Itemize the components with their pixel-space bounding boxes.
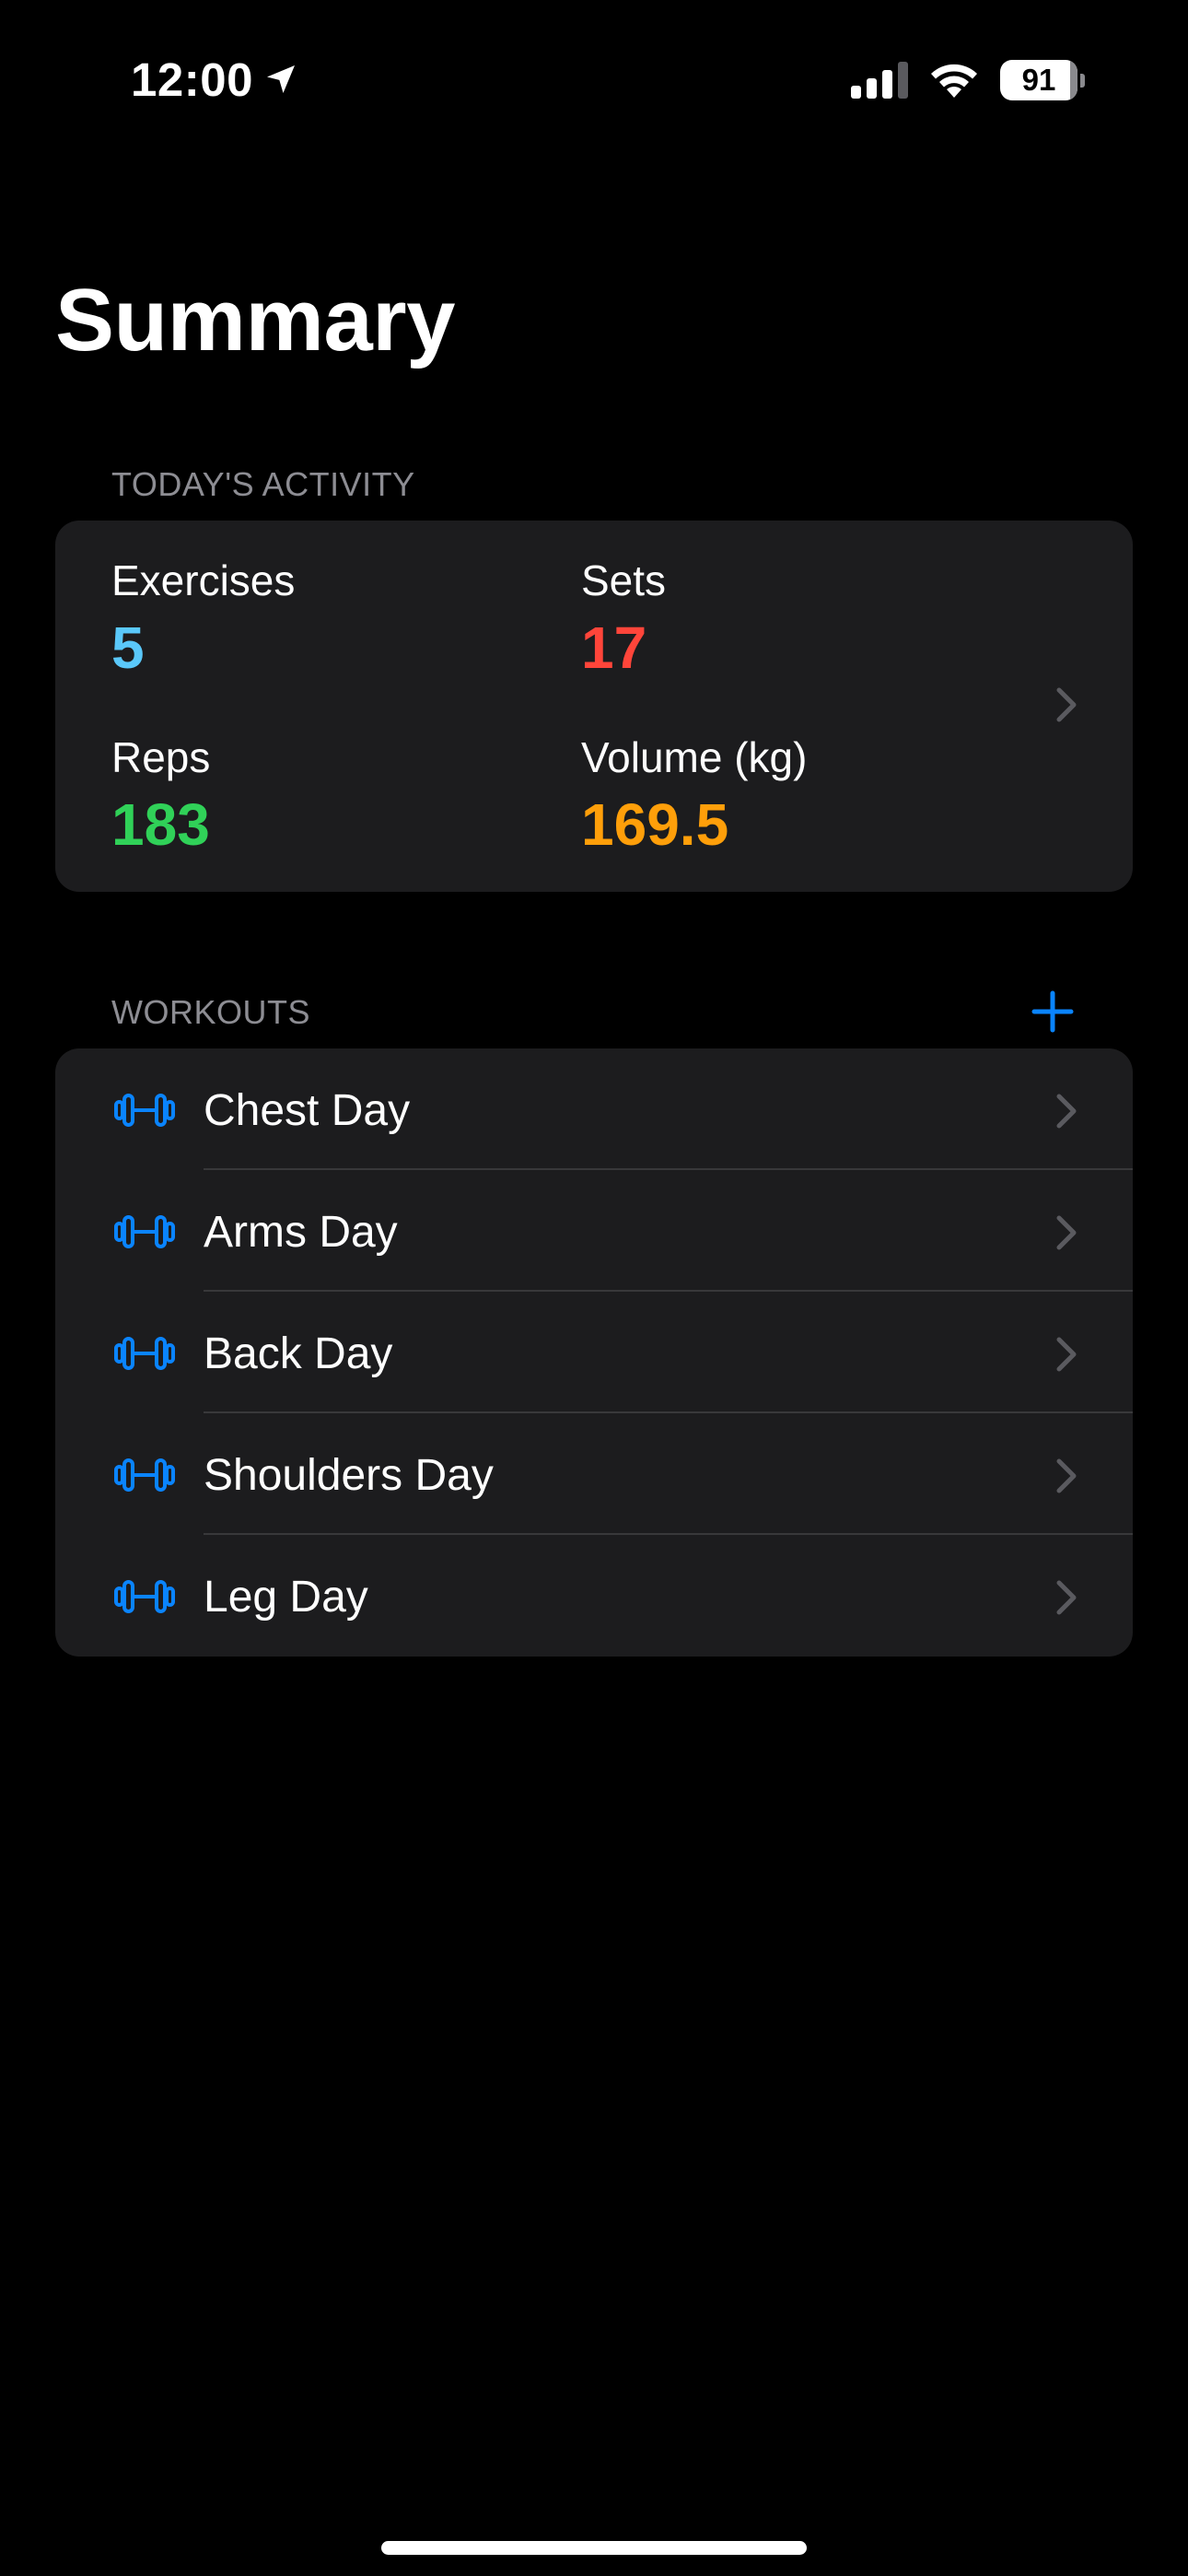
stat-reps-value: 183 [111, 791, 210, 858]
workout-label: Back Day [204, 1329, 393, 1378]
page-title: Summary [55, 271, 456, 369]
workout-row-chest-day[interactable]: Chest Day [55, 1048, 1133, 1170]
battery-cap [1080, 73, 1085, 88]
chevron-right-icon [1055, 1214, 1077, 1256]
stat-sets-label: Sets [581, 556, 667, 604]
status-indicators: 91 [851, 57, 1085, 103]
workouts-list: Chest Day Arms Day Back Day Shoulders Da… [55, 1048, 1133, 1657]
plus-icon [1031, 990, 1074, 1033]
stat-volume-label: Volume (kg) [581, 733, 808, 781]
workout-label: Arms Day [204, 1208, 398, 1257]
battery-empty-portion [1070, 60, 1077, 100]
workout-label: Shoulders Day [204, 1451, 494, 1500]
workout-row-leg-day[interactable]: Leg Day [55, 1535, 1133, 1657]
workout-row-back-day[interactable]: Back Day [55, 1292, 1133, 1413]
wifi-icon [928, 61, 980, 100]
battery-level: 91 [1021, 63, 1056, 97]
stat-exercises: Exercises 5 [111, 559, 295, 677]
dumbbell-icon [114, 1093, 175, 1132]
activity-summary-card[interactable]: Exercises 5 Sets 17 Reps 183 Volume (kg)… [55, 521, 1133, 892]
stat-reps-label: Reps [111, 733, 211, 781]
battery-icon: 91 [1000, 60, 1085, 100]
cellular-signal-icon [851, 62, 908, 99]
stat-reps: Reps 183 [111, 736, 210, 854]
add-workout-button[interactable] [1025, 984, 1080, 1039]
stat-exercises-value: 5 [111, 615, 145, 681]
stat-volume: Volume (kg) 169.5 [581, 736, 807, 854]
dumbbell-icon [114, 1214, 175, 1254]
workout-row-arms-day[interactable]: Arms Day [55, 1170, 1133, 1292]
workout-label: Chest Day [204, 1086, 411, 1135]
chevron-right-icon [1055, 686, 1077, 728]
status-time: 12:00 [131, 53, 253, 106]
location-arrow-icon [262, 61, 299, 98]
dumbbell-icon [114, 1336, 175, 1376]
dumbbell-icon [114, 1579, 175, 1619]
workout-row-shoulders-day[interactable]: Shoulders Day [55, 1413, 1133, 1535]
home-indicator[interactable] [381, 2541, 807, 2555]
stat-sets: Sets 17 [581, 559, 666, 677]
section-header-todays-activity: TODAY'S ACTIVITY [111, 465, 415, 503]
status-bar: 12:00 91 [0, 0, 1188, 157]
workout-label: Leg Day [204, 1573, 368, 1622]
chevron-right-icon [1055, 1093, 1077, 1134]
stat-exercises-label: Exercises [111, 556, 296, 604]
chevron-right-icon [1055, 1579, 1077, 1621]
dumbbell-icon [114, 1458, 175, 1497]
stat-sets-value: 17 [581, 615, 647, 681]
chevron-right-icon [1055, 1336, 1077, 1377]
status-time-group: 12:00 [131, 52, 299, 107]
battery-body: 91 [1000, 60, 1077, 100]
stat-volume-value: 169.5 [581, 791, 729, 858]
chevron-right-icon [1055, 1458, 1077, 1499]
section-header-workouts: WORKOUTS [111, 993, 310, 1031]
